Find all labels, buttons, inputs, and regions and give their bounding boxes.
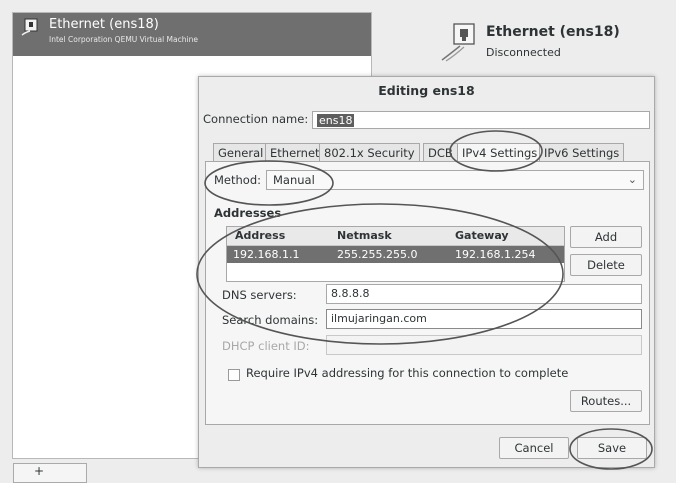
column-netmask: Netmask xyxy=(337,229,392,242)
table-row[interactable]: 192.168.1.1 255.255.255.0 192.168.1.254 xyxy=(227,246,564,263)
search-domains-input[interactable]: ilmujaringan.com xyxy=(326,309,642,329)
require-ipv4-checkbox[interactable] xyxy=(228,369,240,381)
column-gateway: Gateway xyxy=(455,229,509,242)
tab-ipv6-settings[interactable]: IPv6 Settings xyxy=(539,143,625,161)
table-header: Address Netmask Gateway xyxy=(227,227,564,246)
tab-dcb[interactable]: DCB xyxy=(423,143,458,161)
addresses-label: Addresses xyxy=(214,206,282,220)
cell-address: 192.168.1.1 xyxy=(233,248,300,261)
dhcp-client-id-input[interactable] xyxy=(326,335,642,355)
ethernet-icon xyxy=(440,22,478,62)
dialog-title: Editing ens18 xyxy=(378,83,475,98)
connection-name-value: ens18 xyxy=(317,114,355,127)
tab-ipv4-settings[interactable]: IPv4 Settings xyxy=(457,143,543,161)
chevron-down-icon: ⌄ xyxy=(627,173,637,186)
dhcp-client-id-label: DHCP client ID: xyxy=(222,339,310,353)
ethernet-icon xyxy=(21,18,39,36)
connection-name: Ethernet (ens18) xyxy=(49,17,159,32)
dns-servers-label: DNS servers: xyxy=(222,288,297,302)
connection-name-input[interactable]: ens18 xyxy=(312,111,650,129)
require-ipv4-label: Require IPv4 addressing for this connect… xyxy=(246,366,569,380)
tab-ethernet[interactable]: Ethernet xyxy=(265,143,325,161)
connection-item-ethernet[interactable]: Ethernet (ens18) Intel Corporation QEMU … xyxy=(13,13,371,56)
device-header: Ethernet (ens18) Disconnected xyxy=(440,16,670,62)
add-button[interactable]: Add xyxy=(570,226,642,248)
tab-8021x-security[interactable]: 802.1x Security xyxy=(319,143,420,161)
method-select[interactable]: Manual ⌄ xyxy=(266,170,644,190)
connection-description: Intel Corporation QEMU Virtual Machine xyxy=(49,35,198,44)
cancel-button[interactable]: Cancel xyxy=(499,437,569,459)
connection-name-label: Connection name: xyxy=(203,112,309,126)
addresses-table[interactable]: Address Netmask Gateway 192.168.1.1 255.… xyxy=(226,226,565,282)
editing-dialog: Editing ens18 Connection name: ens18 Gen… xyxy=(198,76,655,468)
delete-button[interactable]: Delete xyxy=(570,254,642,276)
save-button[interactable]: Save xyxy=(577,437,647,459)
cell-netmask: 255.255.255.0 xyxy=(337,248,418,261)
device-title: Ethernet (ens18) xyxy=(486,24,620,40)
device-status: Disconnected xyxy=(486,46,561,59)
add-connection-button[interactable]: + xyxy=(13,463,87,483)
cell-gateway: 192.168.1.254 xyxy=(455,248,536,261)
add-connection-label: + xyxy=(34,464,45,478)
ipv4-settings-pane: Method: Manual ⌄ Addresses Address Netma… xyxy=(205,161,650,425)
routes-button[interactable]: Routes... xyxy=(570,390,642,412)
column-address: Address xyxy=(235,229,286,242)
dns-servers-input[interactable]: 8.8.8.8 xyxy=(326,284,642,304)
method-label: Method: xyxy=(214,173,262,187)
tab-general[interactable]: General xyxy=(213,143,269,161)
method-value: Manual xyxy=(273,173,315,187)
search-domains-label: Search domains: xyxy=(222,313,319,327)
